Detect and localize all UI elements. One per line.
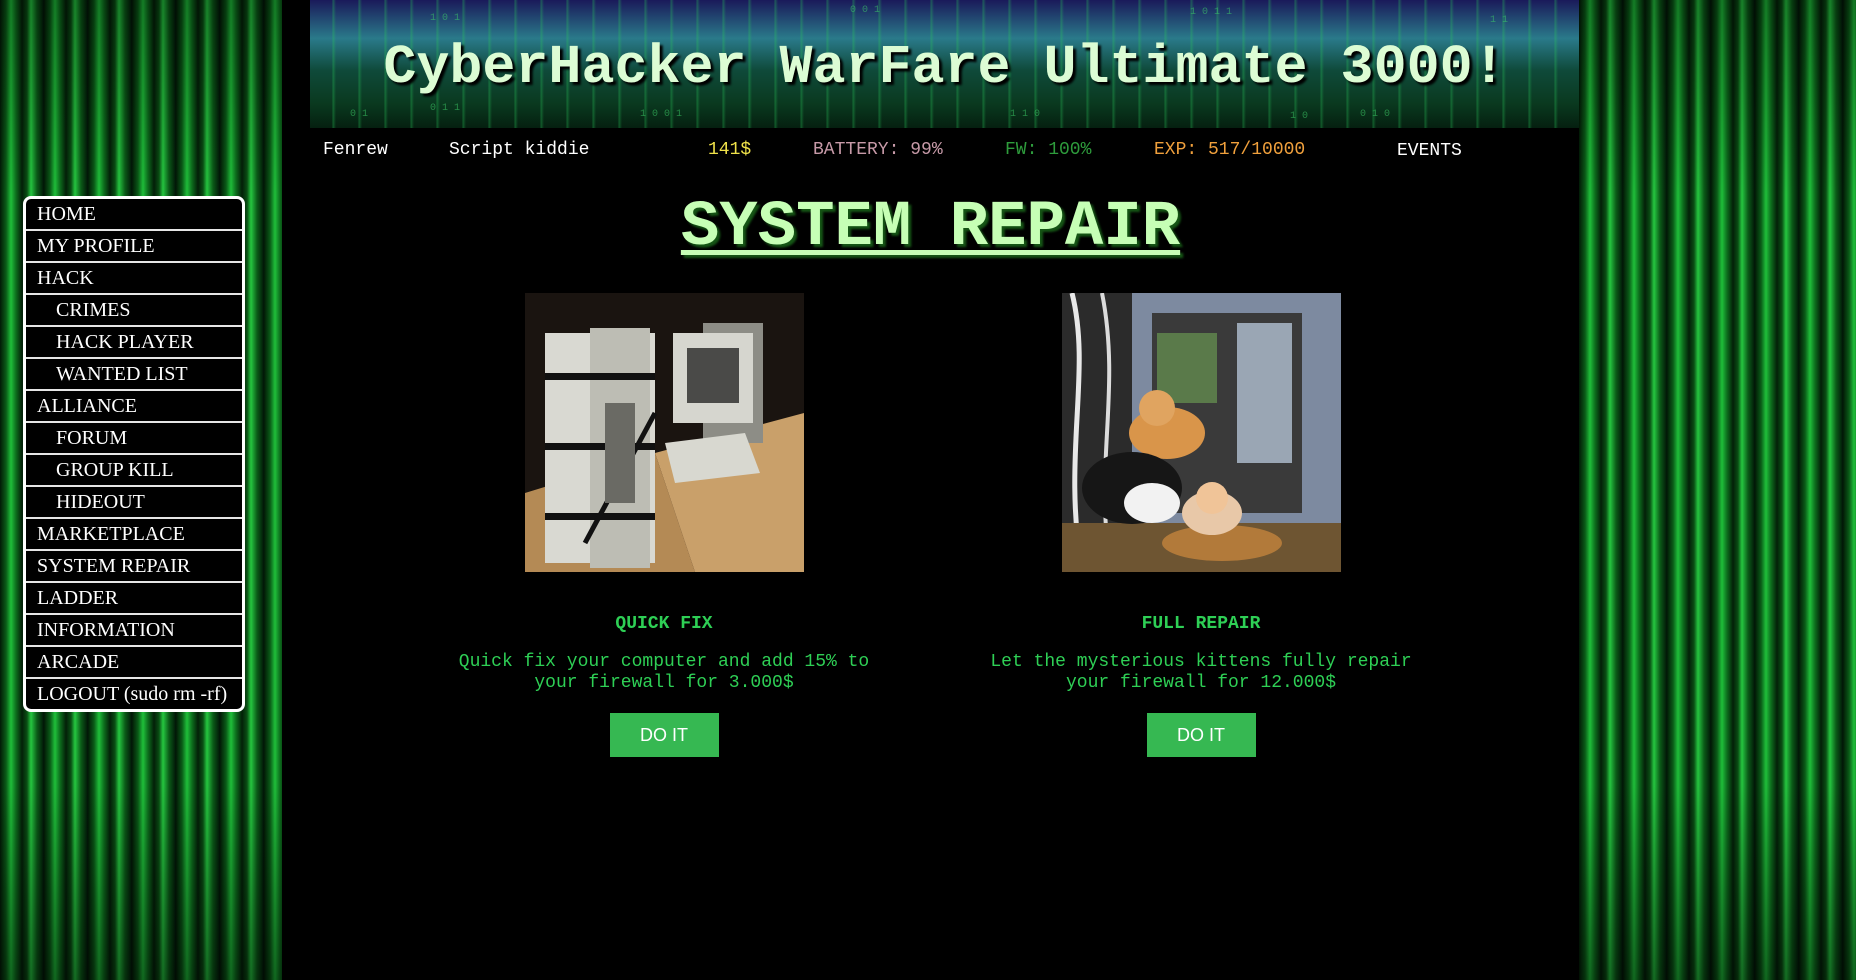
svg-text:1 1 0: 1 1 0 (1010, 109, 1040, 120)
svg-text:1 0 1: 1 0 1 (430, 13, 460, 24)
option-description: Quick fix your computer and add 15% to y… (458, 652, 870, 693)
player-rank: Script kiddie (449, 140, 590, 160)
status-bar: Fenrew Script kiddie 141$ BATTERY: 99% F… (282, 140, 1579, 164)
nav-item-forum[interactable]: FORUM (26, 423, 242, 455)
svg-text:1 0 0 1: 1 0 0 1 (640, 109, 682, 120)
green-curtain-background-right (1579, 0, 1856, 980)
nav-item-wanted-list[interactable]: WANTED LIST (26, 359, 242, 391)
nav-item-alliance[interactable]: ALLIANCE (26, 391, 242, 423)
nav-item-information[interactable]: INFORMATION (26, 615, 242, 647)
site-title: CyberHacker WarFare Ultimate 3000! (383, 36, 1506, 99)
svg-text:0 1: 0 1 (350, 109, 368, 120)
nav-item-hack-player[interactable]: HACK PLAYER (26, 327, 242, 359)
username[interactable]: Fenrew (323, 140, 388, 160)
repair-option-full-repair: FULL REPAIR Let the mysterious kittens f… (971, 293, 1431, 757)
header-banner: 1 0 1 0 1 1 1 0 0 1 0 0 1 1 1 0 1 0 1 1 0 1… (310, 0, 1579, 128)
svg-text:0 1 1: 0 1 1 (430, 103, 460, 114)
main-content: 1 0 1 0 1 1 1 0 0 1 0 0 1 1 1 0 1 0 1 1 0 1… (282, 0, 1579, 980)
svg-text:1 0 1 1: 1 0 1 1 (1190, 7, 1232, 18)
nav-item-group-kill[interactable]: GROUP KILL (26, 455, 242, 487)
page-title: SYSTEM REPAIR (680, 192, 1181, 264)
option-title: QUICK FIX (615, 614, 713, 634)
kittens-in-computer-case-photo (1061, 293, 1341, 572)
repair-option-quick-fix: QUICK FIX Quick fix your computer and ad… (434, 293, 894, 757)
events-link[interactable]: EVENTS (1397, 141, 1462, 161)
battery-status: BATTERY: 99% (813, 140, 943, 160)
nav-item-hack[interactable]: HACK (26, 263, 242, 295)
full-repair-button[interactable]: DO IT (1146, 713, 1256, 757)
firewall-status: FW: 100% (1005, 140, 1092, 160)
quick-fix-button[interactable]: DO IT (609, 713, 719, 757)
nav-item-hideout[interactable]: HIDEOUT (26, 487, 242, 519)
nav-item-ladder[interactable]: LADDER (26, 583, 242, 615)
svg-text:1 0: 1 0 (1290, 111, 1308, 122)
nav-item-logout[interactable]: LOGOUT (sudo rm -rf) (26, 679, 242, 709)
option-description: Let the mysterious kittens fully repair … (990, 652, 1412, 693)
option-title: FULL REPAIR (1141, 614, 1261, 634)
sidebar-navigation: HOME MY PROFILE HACK CRIMES HACK PLAYER … (23, 196, 245, 712)
nav-item-marketplace[interactable]: MARKETPLACE (26, 519, 242, 551)
nav-item-my-profile[interactable]: MY PROFILE (26, 231, 242, 263)
svg-text:0 0 1: 0 0 1 (850, 5, 880, 16)
nav-item-arcade[interactable]: ARCADE (26, 647, 242, 679)
experience-status: EXP: 517/10000 (1154, 140, 1306, 160)
svg-text:1 1: 1 1 (1490, 15, 1508, 26)
taped-up-computer-photo (524, 293, 804, 572)
nav-item-system-repair[interactable]: SYSTEM REPAIR (26, 551, 242, 583)
svg-text:0 1 0: 0 1 0 (1360, 109, 1390, 120)
nav-item-crimes[interactable]: CRIMES (26, 295, 242, 327)
nav-item-home[interactable]: HOME (26, 199, 242, 231)
money-balance: 141$ (708, 140, 752, 160)
